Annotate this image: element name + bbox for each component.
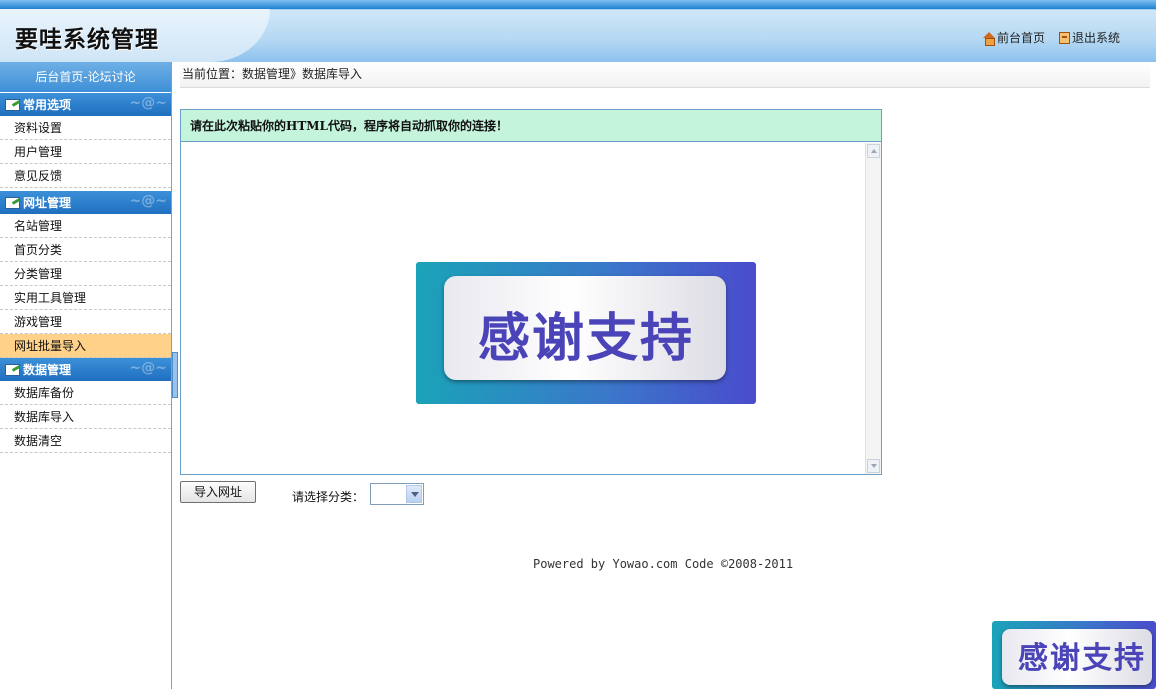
chevron-down-icon bbox=[406, 485, 422, 503]
edit-icon bbox=[5, 98, 20, 111]
sidebar-item-games-management[interactable]: 游戏管理 bbox=[0, 310, 171, 334]
sidebar-home-forum-link[interactable]: 后台首页-论坛讨论 bbox=[0, 62, 171, 93]
section-title: 网址管理 bbox=[23, 196, 72, 210]
front-home-label: 前台首页 bbox=[996, 31, 1045, 45]
sidebar-item-home-categories[interactable]: 首页分类 bbox=[0, 238, 171, 262]
section-title: 常用选项 bbox=[23, 98, 72, 112]
html-import-panel: 请在此次粘贴你的HTML代码，程序将自动抓取你的连接！ 感谢支持 bbox=[180, 109, 882, 475]
html-code-textarea[interactable]: 感谢支持 bbox=[181, 143, 881, 474]
section-title: 数据管理 bbox=[23, 363, 72, 377]
corner-thanks-banner: 感谢支持 bbox=[992, 621, 1156, 689]
sidebar-item-data-clear[interactable]: 数据清空 bbox=[0, 429, 171, 453]
section-data-management[interactable]: 数据管理 bbox=[0, 358, 171, 381]
app-title: 要哇系统管理 bbox=[15, 27, 159, 53]
logout-label: 退出系统 bbox=[1071, 31, 1120, 45]
logout-link[interactable]: 退出系统 bbox=[1058, 29, 1120, 46]
scroll-up-button[interactable] bbox=[867, 144, 880, 158]
sidebar-item-category-management[interactable]: 分类管理 bbox=[0, 262, 171, 286]
home-icon bbox=[982, 31, 995, 46]
sidebar-item-db-backup[interactable]: 数据库备份 bbox=[0, 381, 171, 405]
sidebar: 后台首页-论坛讨论 常用选项 资料设置 用户管理 意见反馈 网址管理 名站管理 … bbox=[0, 62, 172, 689]
sidebar-item-bulk-url-import[interactable]: 网址批量导入 bbox=[0, 334, 171, 358]
section-url-management[interactable]: 网址管理 bbox=[0, 191, 171, 214]
breadcrumb: 当前位置：数据管理》数据库导入 bbox=[180, 62, 1150, 88]
scroll-down-button[interactable] bbox=[867, 459, 880, 473]
footer-copyright: Powered by Yowao.com Code ©2008-2011 bbox=[533, 557, 794, 571]
sidebar-collapse-handle[interactable] bbox=[172, 352, 178, 398]
sidebar-item-famous-sites[interactable]: 名站管理 bbox=[0, 214, 171, 238]
edit-icon bbox=[5, 363, 20, 376]
textarea-scrollbar[interactable] bbox=[865, 143, 881, 474]
sidebar-item-feedback[interactable]: 意见反馈 bbox=[0, 164, 171, 188]
sidebar-item-db-import[interactable]: 数据库导入 bbox=[0, 405, 171, 429]
sidebar-item-tools-management[interactable]: 实用工具管理 bbox=[0, 286, 171, 310]
header-top-stripe bbox=[0, 0, 1156, 9]
corner-banner-text: 感谢支持 bbox=[1018, 641, 1146, 676]
import-urls-button[interactable]: 导入网址 bbox=[180, 481, 256, 503]
sidebar-item-profile-settings[interactable]: 资料设置 bbox=[0, 116, 171, 140]
category-select[interactable] bbox=[370, 483, 424, 505]
sidebar-item-user-management[interactable]: 用户管理 bbox=[0, 140, 171, 164]
category-label: 请选择分类： bbox=[292, 490, 365, 504]
edit-icon bbox=[5, 196, 20, 209]
section-common-options[interactable]: 常用选项 bbox=[0, 93, 171, 116]
panel-heading: 请在此次粘贴你的HTML代码，程序将自动抓取你的连接！ bbox=[181, 110, 881, 142]
thanks-banner-image: 感谢支持 bbox=[416, 262, 756, 404]
exit-icon bbox=[1058, 31, 1070, 44]
header-links: 前台首页 退出系统 bbox=[982, 29, 1120, 46]
header-bar: 要哇系统管理 前台首页 退出系统 bbox=[0, 0, 1156, 62]
front-home-link[interactable]: 前台首页 bbox=[982, 29, 1045, 46]
main-content: 当前位置：数据管理》数据库导入 请在此次粘贴你的HTML代码，程序将自动抓取你的… bbox=[180, 62, 1156, 689]
thanks-banner-text: 感谢支持 bbox=[477, 308, 694, 369]
